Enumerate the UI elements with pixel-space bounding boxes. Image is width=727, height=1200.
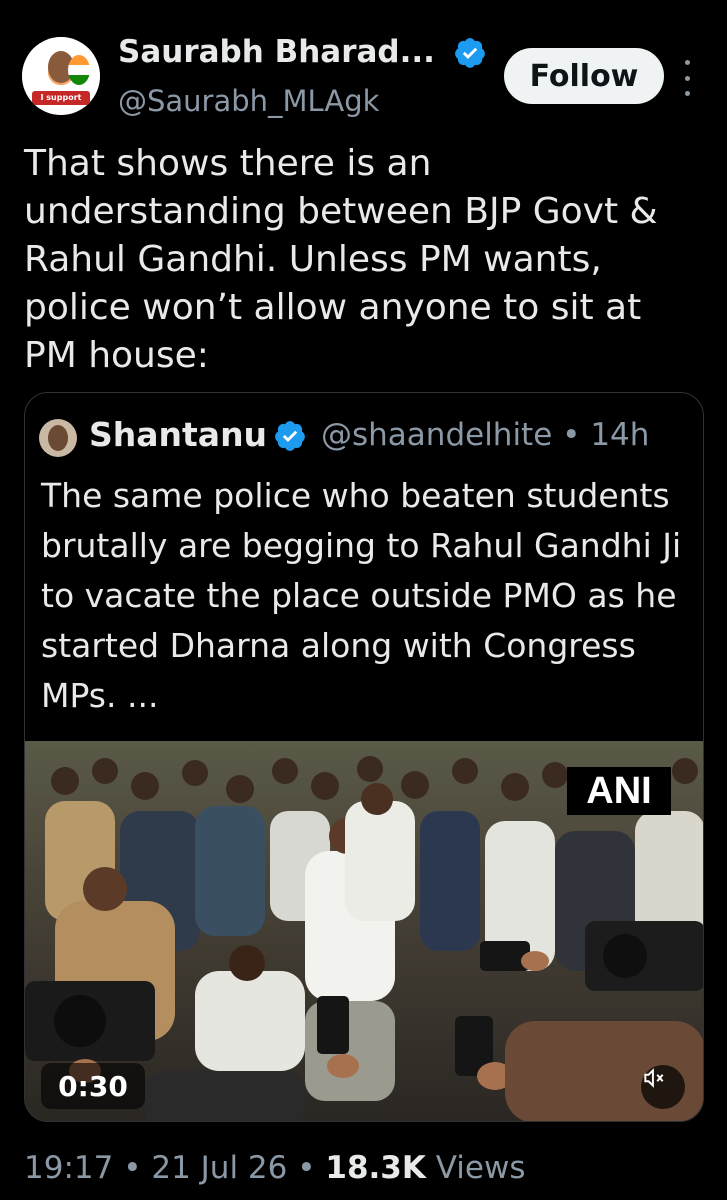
quoted-handle-line: @shaandelhite • 14h: [321, 417, 649, 453]
quoted-handle: @shaandelhite: [321, 417, 553, 453]
separator-dot: •: [562, 417, 581, 453]
views-label: Views: [435, 1150, 526, 1186]
quoted-author-avatar[interactable]: [39, 419, 77, 457]
follow-button[interactable]: Follow: [504, 48, 664, 104]
avatar-badge: I support Sonam: [32, 91, 90, 115]
views-count: 18.3K: [325, 1150, 426, 1186]
tweet-date: 21 Jul 26: [151, 1150, 288, 1186]
quoted-text: The same police who beaten students brut…: [41, 476, 682, 715]
tweet-text: That shows there is an understanding bet…: [24, 143, 658, 376]
muted-speaker-icon[interactable]: [641, 1065, 685, 1109]
video-duration: 0:30: [41, 1063, 145, 1109]
quoted-age: 14h: [590, 417, 650, 453]
author-avatar[interactable]: I support Sonam: [22, 37, 100, 115]
ani-watermark: ANI: [567, 767, 671, 815]
verified-badge-icon: [275, 421, 305, 451]
tweet-time: 19:17: [24, 1150, 114, 1186]
separator-dot: •: [123, 1150, 142, 1186]
more-options-icon[interactable]: [680, 60, 694, 96]
verified-badge-icon: [455, 38, 485, 68]
india-flag-icon: [68, 55, 90, 85]
author-name[interactable]: Saurabh Bharad...: [118, 34, 435, 70]
author-handle[interactable]: @Saurabh_MLAgk: [118, 84, 379, 118]
quoted-tweet[interactable]: Shantanu @shaandelhite • 14h The same po…: [24, 392, 704, 1122]
tweet-header: I support Sonam Saurabh Bharad... @Saura…: [0, 0, 727, 140]
separator-dot: •: [297, 1150, 316, 1186]
tweet-meta: 19:17 • 21 Jul 26 • 18.3K Views: [24, 1150, 525, 1186]
quoted-author-name: Shantanu: [89, 415, 268, 454]
video-player[interactable]: ANI 0:30: [25, 741, 703, 1121]
